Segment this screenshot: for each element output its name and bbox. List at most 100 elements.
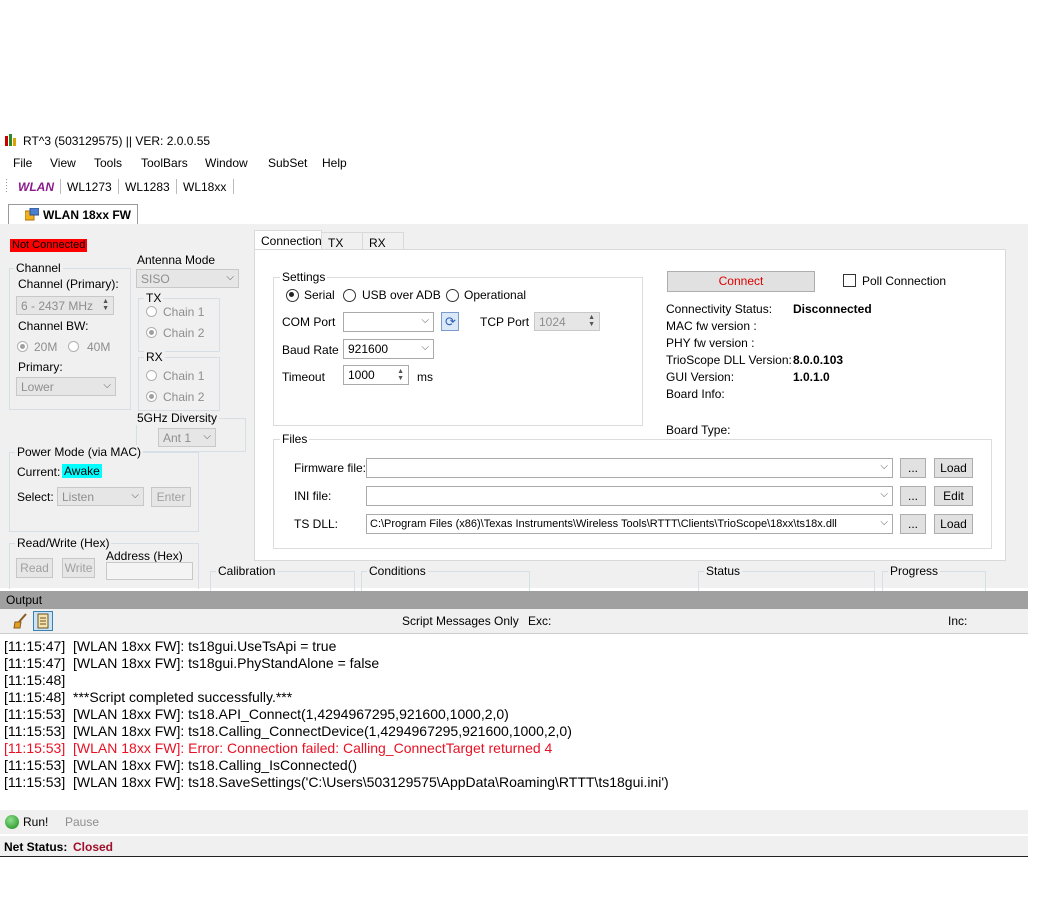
write-button[interactable]: Write bbox=[62, 558, 95, 578]
read-button[interactable]: Read bbox=[16, 558, 53, 578]
pause-button[interactable]: Pause bbox=[65, 815, 99, 829]
baud-rate-label: Baud Rate bbox=[282, 343, 339, 357]
power-enter-button[interactable]: Enter bbox=[151, 487, 191, 507]
exclude-filter-label: Exc: bbox=[528, 614, 552, 628]
script-filter-toggle[interactable] bbox=[33, 611, 53, 631]
ini-file-select[interactable]: ⌵ bbox=[366, 486, 893, 506]
run-button[interactable]: Run! bbox=[4, 813, 50, 831]
toolbar-separator bbox=[176, 179, 177, 194]
net-status-label: Net Status: bbox=[4, 840, 68, 854]
log-line: [11:15:53] [WLAN 18xx FW]: ts18.SaveSett… bbox=[4, 774, 669, 790]
tab-rx[interactable]: RX bbox=[362, 232, 404, 250]
antenna-mode-select[interactable]: SISO ⌵ bbox=[136, 269, 239, 288]
gui-version-value: 1.0.1.0 bbox=[793, 370, 830, 384]
menu-toolbars[interactable]: ToolBars bbox=[141, 156, 188, 170]
address-label: Address (Hex) bbox=[106, 549, 183, 563]
output-log[interactable]: [11:15:47] [WLAN 18xx FW]: ts18gui.UseTs… bbox=[0, 636, 1028, 806]
settings-label: Settings bbox=[280, 270, 328, 284]
refresh-ports-button[interactable]: ⟳ bbox=[441, 312, 459, 331]
baud-rate-select[interactable]: 921600 ⌵ bbox=[343, 339, 434, 359]
power-mode-label: Power Mode (via MAC) bbox=[15, 445, 144, 459]
bw-40m-label: 40M bbox=[87, 340, 111, 354]
tab-tx[interactable]: TX bbox=[321, 232, 363, 250]
bw-20m-radio[interactable] bbox=[17, 341, 28, 352]
document-tab-strip bbox=[0, 200, 1028, 225]
spin-updown-icon[interactable]: ▲ ▼ bbox=[588, 314, 595, 328]
menu-subset[interactable]: SubSet bbox=[268, 156, 307, 170]
connect-button[interactable]: Connect bbox=[667, 271, 815, 292]
com-port-select[interactable]: ⌵ bbox=[343, 312, 434, 332]
output-toolbar: Script Messages Only Exc: Inc: bbox=[0, 609, 1028, 634]
address-input[interactable] bbox=[106, 562, 193, 580]
ts-dll-label: TS DLL: bbox=[294, 517, 339, 531]
tx-chain1-label: Chain 1 bbox=[163, 305, 205, 319]
tcp-port-spinner[interactable]: 1024 ▲ ▼ bbox=[534, 312, 600, 331]
log-line: [11:15:53] [WLAN 18xx FW]: ts18.Calling_… bbox=[4, 723, 572, 739]
diversity-value: Ant 1 bbox=[163, 431, 192, 445]
broom-icon bbox=[13, 613, 27, 629]
toolbar-wl1273[interactable]: WL1273 bbox=[67, 180, 112, 194]
tsdll-load-button[interactable]: Load bbox=[934, 514, 973, 534]
toolbar-wlan[interactable]: WLAN bbox=[18, 180, 54, 194]
tab-connection[interactable]: Connection bbox=[254, 230, 322, 250]
log-line: [11:15:47] [WLAN 18xx FW]: ts18gui.PhySt… bbox=[4, 655, 380, 671]
power-select-value: Listen bbox=[62, 490, 95, 504]
document-tab-label: WLAN 18xx FW bbox=[43, 208, 132, 222]
operational-radio[interactable] bbox=[446, 289, 459, 302]
timeout-unit: ms bbox=[417, 370, 433, 384]
channel-primary-spinner[interactable]: 6 - 2437 MHz ▲ ▼ bbox=[16, 296, 114, 315]
mac-fw-label: MAC fw version : bbox=[666, 319, 757, 333]
rx-chain1-label: Chain 1 bbox=[163, 369, 205, 383]
chevron-down-icon: ⌵ bbox=[103, 380, 111, 391]
channel-bw-label: Channel BW: bbox=[18, 319, 89, 333]
firmware-load-button[interactable]: Load bbox=[934, 458, 973, 478]
power-select-label: Select: bbox=[17, 490, 54, 504]
toolbar-wl1283[interactable]: WL1283 bbox=[125, 180, 170, 194]
document-tab-wlan18xx[interactable]: WLAN 18xx FW bbox=[8, 204, 138, 225]
power-select[interactable]: Listen ⌵ bbox=[57, 487, 144, 506]
poll-connection-checkbox[interactable] bbox=[843, 274, 856, 287]
rx-chain2-radio[interactable] bbox=[146, 391, 157, 402]
toolbar-wl18xx[interactable]: WL18xx bbox=[183, 180, 226, 194]
script-icon bbox=[37, 613, 49, 629]
ini-edit-button[interactable]: Edit bbox=[934, 486, 973, 506]
tx-group-label: TX bbox=[144, 291, 164, 305]
power-current-badge: Awake bbox=[62, 464, 102, 478]
script-messages-only-label[interactable]: Script Messages Only bbox=[402, 614, 519, 628]
serial-radio[interactable] bbox=[286, 289, 299, 302]
rx-chain1-radio[interactable] bbox=[146, 370, 157, 381]
usb-adb-radio[interactable] bbox=[343, 289, 356, 302]
bw-40m-radio[interactable] bbox=[68, 341, 79, 352]
spin-updown-icon[interactable]: ▲ ▼ bbox=[102, 298, 109, 312]
net-status-bar: Net Status: Closed bbox=[0, 836, 1028, 857]
menu-help[interactable]: Help bbox=[322, 156, 347, 170]
menu-view[interactable]: View bbox=[50, 156, 76, 170]
clear-output-button[interactable] bbox=[12, 612, 30, 630]
timeout-spinner[interactable]: 1000 ▲ ▼ bbox=[343, 365, 409, 385]
include-filter-input[interactable] bbox=[972, 612, 1024, 630]
tx-chain1-radio[interactable] bbox=[146, 306, 157, 317]
toolbar-grip[interactable] bbox=[6, 179, 7, 194]
tsdll-browse-button[interactable]: ... bbox=[900, 514, 926, 534]
tx-chain2-radio[interactable] bbox=[146, 327, 157, 338]
firmware-file-select[interactable]: ⌵ bbox=[366, 458, 893, 478]
ini-file-label: INI file: bbox=[294, 489, 332, 503]
menu-window[interactable]: Window bbox=[205, 156, 248, 170]
menu-tools[interactable]: Tools bbox=[94, 156, 122, 170]
phy-fw-label: PHY fw version : bbox=[666, 336, 755, 350]
module-icon bbox=[25, 208, 39, 221]
ini-browse-button[interactable]: ... bbox=[900, 486, 926, 506]
primary-select[interactable]: Lower ⌵ bbox=[16, 377, 116, 396]
diversity-select[interactable]: Ant 1 ⌵ bbox=[158, 428, 216, 447]
antenna-mode-label: Antenna Mode bbox=[137, 253, 216, 267]
board-info-label: Board Info: bbox=[666, 387, 725, 401]
ts-dll-select[interactable]: C:\Program Files (x86)\Texas Instruments… bbox=[366, 514, 893, 534]
usb-adb-label: USB over ADB bbox=[362, 288, 441, 302]
operational-label: Operational bbox=[464, 288, 527, 302]
firmware-browse-button[interactable]: ... bbox=[900, 458, 926, 478]
antenna-mode-value: SISO bbox=[141, 272, 170, 286]
channel-primary-label: Channel (Primary): bbox=[18, 277, 119, 291]
menu-file[interactable]: File bbox=[13, 156, 32, 170]
spin-updown-icon[interactable]: ▲ ▼ bbox=[397, 368, 404, 382]
exclude-filter-input[interactable] bbox=[552, 612, 942, 630]
